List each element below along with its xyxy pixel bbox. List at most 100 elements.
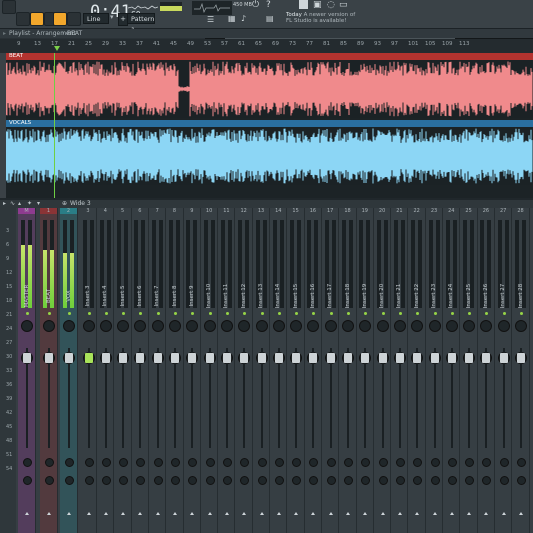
routing-knob[interactable] bbox=[413, 476, 423, 485]
pan-knob[interactable] bbox=[307, 320, 320, 332]
pan-knob[interactable] bbox=[272, 320, 285, 332]
mixer-strip-insert-25[interactable]: 25 Insert 25 bbox=[460, 208, 478, 533]
routing-knob[interactable] bbox=[136, 476, 146, 485]
playlist-tracks[interactable]: BEAT VOCALS bbox=[0, 53, 533, 198]
enable-led[interactable] bbox=[433, 312, 437, 315]
pan-knob[interactable] bbox=[151, 320, 164, 332]
mixer-strip-insert-6[interactable]: 6 Insert 6 bbox=[131, 208, 149, 533]
mixer-strip-insert-14[interactable]: 14 Insert 14 bbox=[270, 208, 288, 533]
mixer-zoom-icon[interactable]: ⊕ bbox=[62, 200, 67, 207]
send-knob[interactable] bbox=[465, 458, 475, 467]
enable-led[interactable] bbox=[174, 312, 177, 315]
step-edit-button[interactable] bbox=[67, 12, 81, 26]
pan-knob[interactable] bbox=[255, 320, 268, 332]
mixer-toolbar[interactable]: ▸ ∿ ▴ ✦ ▾ ⊕ Wide 3 bbox=[0, 200, 533, 208]
save-icon[interactable] bbox=[299, 0, 308, 9]
volume-fader[interactable] bbox=[119, 353, 128, 363]
pan-knob[interactable] bbox=[497, 320, 510, 332]
volume-fader[interactable] bbox=[517, 353, 525, 363]
mixer-mute-icon[interactable]: ▴ bbox=[18, 200, 21, 207]
send-knob[interactable] bbox=[119, 458, 129, 467]
routing-knob[interactable] bbox=[101, 476, 111, 485]
route-arrow-icon[interactable] bbox=[207, 512, 212, 515]
mixer-strip-insert-19[interactable]: 19 Insert 19 bbox=[356, 208, 374, 533]
routing-knob[interactable] bbox=[45, 476, 54, 485]
routing-knob[interactable] bbox=[171, 476, 180, 485]
volume-fader[interactable] bbox=[205, 353, 214, 363]
routing-knob[interactable] bbox=[361, 476, 371, 485]
volume-fader[interactable] bbox=[378, 353, 387, 363]
pan-knob[interactable] bbox=[99, 320, 112, 332]
send-knob[interactable] bbox=[395, 458, 405, 467]
route-arrow-icon[interactable] bbox=[224, 512, 229, 515]
vocals-waveform[interactable] bbox=[6, 127, 533, 185]
snap-dropdown[interactable]: Line bbox=[83, 13, 109, 24]
route-arrow-icon[interactable] bbox=[501, 512, 506, 515]
route-arrow-icon[interactable] bbox=[190, 512, 195, 515]
piano-roll-icon[interactable]: ▦ bbox=[228, 14, 236, 23]
enable-led[interactable] bbox=[312, 312, 316, 315]
mixer-wave-icon[interactable]: ∿ bbox=[10, 200, 15, 207]
route-arrow-icon[interactable] bbox=[155, 512, 160, 515]
enable-led[interactable] bbox=[139, 312, 143, 315]
mixer-icon[interactable]: ☰ bbox=[207, 15, 214, 24]
enable-led[interactable] bbox=[364, 312, 368, 315]
pan-knob[interactable] bbox=[428, 320, 441, 332]
routing-knob[interactable] bbox=[205, 476, 215, 485]
route-arrow-icon[interactable] bbox=[519, 512, 523, 515]
mixer-strip-insert-3[interactable]: 3 Insert 3 bbox=[80, 208, 97, 533]
send-knob[interactable] bbox=[361, 458, 371, 467]
pan-knob[interactable] bbox=[117, 320, 130, 332]
enable-led[interactable] bbox=[260, 312, 264, 315]
pan-knob[interactable] bbox=[515, 320, 527, 332]
routing-knob[interactable] bbox=[395, 476, 405, 485]
pan-knob[interactable] bbox=[342, 320, 354, 332]
routing-knob[interactable] bbox=[84, 476, 94, 485]
pan-knob[interactable] bbox=[238, 320, 251, 332]
send-knob[interactable] bbox=[136, 458, 146, 467]
mixer-strip-insert-9[interactable]: 9 Insert 9 bbox=[183, 208, 201, 533]
route-arrow-icon[interactable] bbox=[484, 512, 489, 515]
mixer-strip-insert-20[interactable]: 20 Insert 20 bbox=[374, 208, 392, 533]
countdown-button[interactable] bbox=[53, 12, 67, 26]
send-knob[interactable] bbox=[447, 458, 457, 467]
route-arrow-icon[interactable] bbox=[363, 512, 368, 515]
send-knob[interactable] bbox=[84, 458, 94, 467]
route-arrow-icon[interactable] bbox=[276, 512, 281, 515]
mixer-strip-insert-18[interactable]: 18 Insert 18 bbox=[339, 208, 357, 533]
routing-knob[interactable] bbox=[499, 476, 509, 485]
volume-fader[interactable] bbox=[23, 353, 31, 363]
playlist-titlebar[interactable]: ▸ Playlist - Arrangement › BEAT bbox=[0, 29, 533, 38]
enable-led[interactable] bbox=[243, 312, 247, 315]
routing-knob[interactable] bbox=[188, 476, 198, 485]
routing-knob[interactable] bbox=[344, 476, 353, 485]
enable-led[interactable] bbox=[87, 312, 91, 315]
volume-fader[interactable] bbox=[499, 353, 508, 363]
send-knob[interactable] bbox=[23, 458, 32, 467]
volume-fader[interactable] bbox=[84, 353, 93, 363]
route-arrow-icon[interactable] bbox=[242, 512, 247, 515]
volume-fader[interactable] bbox=[101, 353, 110, 363]
mixer-strip-insert-28[interactable]: 28 Insert 28 bbox=[512, 208, 530, 533]
pan-knob[interactable] bbox=[393, 320, 406, 332]
enable-led[interactable] bbox=[208, 312, 212, 315]
send-knob[interactable] bbox=[378, 458, 388, 467]
mixer-strip-insert-11[interactable]: 11 Insert 11 bbox=[218, 208, 236, 533]
clip-header-beat[interactable]: BEAT bbox=[6, 53, 533, 60]
mixer-strip-insert-27[interactable]: 27 Insert 27 bbox=[495, 208, 513, 533]
mixer-strip-insert-22[interactable]: 22 Insert 22 bbox=[408, 208, 426, 533]
beat-waveform[interactable] bbox=[6, 60, 533, 118]
route-arrow-icon[interactable] bbox=[311, 512, 316, 515]
mixer-strip-insert-21[interactable]: 21 Insert 21 bbox=[391, 208, 409, 533]
routing-knob[interactable] bbox=[274, 476, 284, 485]
route-arrow-icon[interactable] bbox=[294, 512, 299, 515]
enable-led[interactable] bbox=[156, 312, 160, 315]
send-knob[interactable] bbox=[101, 458, 111, 467]
routing-knob[interactable] bbox=[326, 476, 336, 485]
volume-fader[interactable] bbox=[188, 353, 197, 363]
enable-led[interactable] bbox=[277, 312, 281, 315]
volume-fader[interactable] bbox=[361, 353, 370, 363]
pan-knob[interactable] bbox=[463, 320, 476, 332]
volume-fader[interactable] bbox=[292, 353, 301, 363]
volume-fader[interactable] bbox=[430, 353, 439, 363]
